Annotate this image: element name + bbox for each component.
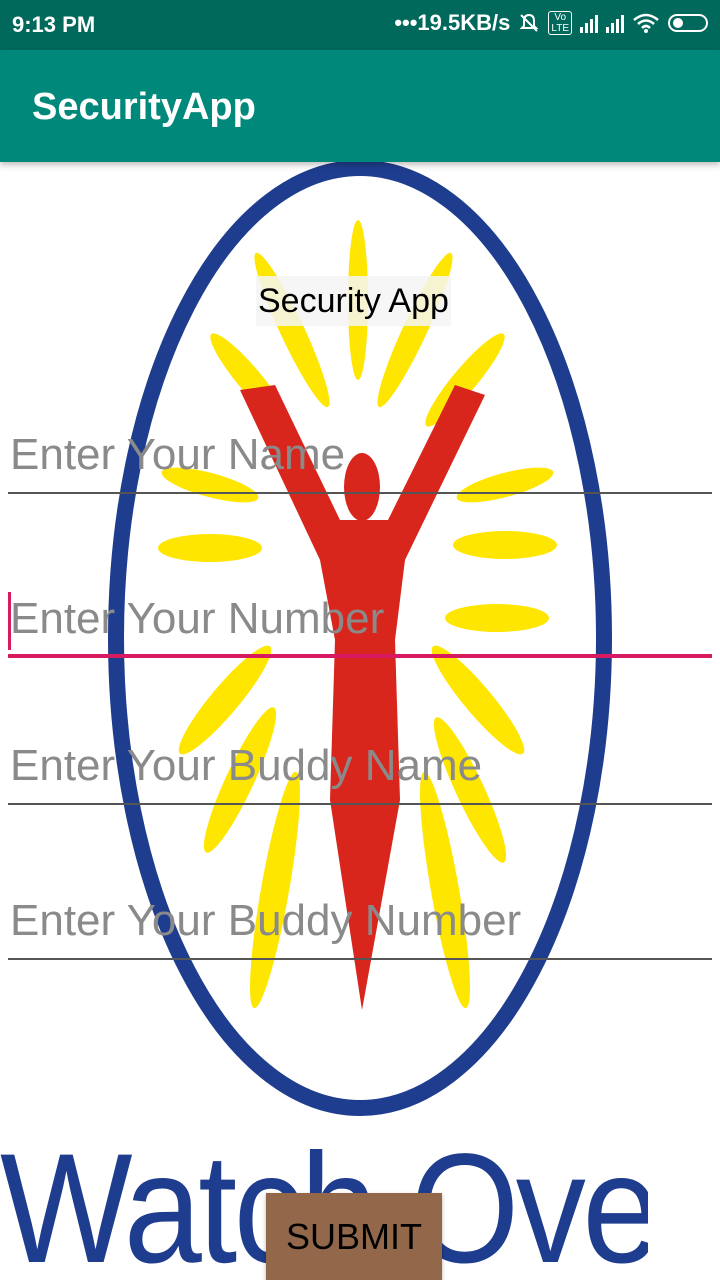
app-title: SecurityApp bbox=[32, 86, 256, 128]
signal-icon bbox=[606, 13, 624, 33]
number-field-placeholder: Enter Your Number bbox=[10, 594, 385, 643]
status-icons: •••19.5KB/s Vo LTE bbox=[394, 10, 708, 36]
name-field-underline bbox=[8, 492, 712, 494]
wifi-icon bbox=[633, 13, 659, 33]
battery-icon bbox=[668, 14, 708, 32]
buddy-number-field-placeholder: Enter Your Buddy Number bbox=[10, 896, 522, 945]
app-bar: SecurityApp bbox=[0, 50, 720, 162]
submit-button[interactable]: SUBMIT bbox=[266, 1193, 442, 1280]
buddy-name-field-underline bbox=[8, 803, 712, 805]
buddy-name-field[interactable]: Enter Your Buddy Name bbox=[8, 733, 712, 805]
volte-icon: Vo LTE bbox=[548, 11, 572, 35]
number-field[interactable]: Enter Your Number bbox=[8, 586, 712, 658]
name-field-placeholder: Enter Your Name bbox=[10, 430, 346, 479]
status-time: 9:13 PM bbox=[12, 12, 96, 37]
buddy-number-field[interactable]: Enter Your Buddy Number bbox=[8, 888, 712, 960]
buddy-name-field-placeholder: Enter Your Buddy Name bbox=[10, 741, 483, 790]
mute-bell-icon bbox=[519, 13, 539, 32]
background-logo-image bbox=[108, 162, 612, 1116]
page-heading: Security App bbox=[256, 276, 451, 326]
network-speed: •••19.5KB/s bbox=[394, 10, 511, 35]
number-field-underline bbox=[8, 654, 712, 658]
status-bar: 9:13 PM •••19.5KB/s Vo LTE bbox=[0, 0, 720, 50]
signal-icon bbox=[580, 13, 598, 33]
name-field[interactable]: Enter Your Name bbox=[8, 422, 712, 494]
buddy-number-field-underline bbox=[8, 958, 712, 960]
